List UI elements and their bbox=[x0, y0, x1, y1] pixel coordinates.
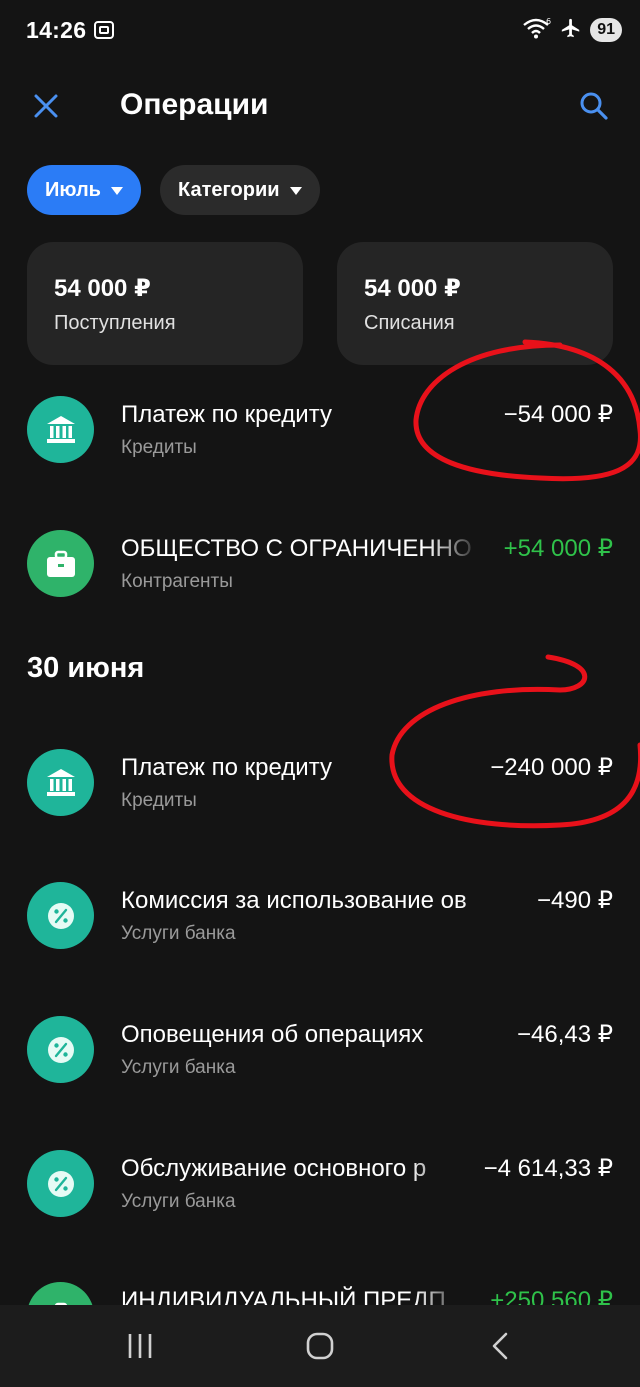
airplane-icon bbox=[560, 17, 582, 44]
expense-amount: 54 000 ₽ bbox=[364, 275, 461, 302]
status-icons: 6 91 bbox=[522, 16, 622, 44]
transaction-row[interactable]: ОБЩЕСТВО С ОГРАНИЧЕННО Контрагенты +54 0… bbox=[0, 524, 640, 634]
transaction-category: Услуги банка bbox=[121, 1191, 236, 1212]
search-button[interactable] bbox=[570, 82, 618, 130]
transaction-title: Комиссия за использование ов bbox=[121, 887, 467, 914]
wifi-icon: 6 bbox=[522, 16, 552, 45]
transaction-amount: +250 560 ₽ bbox=[490, 1287, 613, 1305]
screenshot-icon bbox=[92, 18, 116, 42]
battery-indicator: 91 bbox=[590, 18, 622, 42]
expense-summary-card[interactable]: 54 000 ₽ Списания bbox=[337, 242, 613, 365]
transaction-row[interactable]: Комиссия за использование ов Услуги банк… bbox=[0, 876, 640, 986]
app-header: Операции bbox=[0, 72, 640, 138]
svg-text:6: 6 bbox=[546, 17, 551, 26]
income-label: Поступления bbox=[54, 312, 176, 334]
status-time: 14:26 bbox=[26, 17, 87, 43]
status-bar: 14:26 6 91 bbox=[0, 0, 640, 62]
transaction-row[interactable]: Платеж по кредиту Кредиты −240 000 ₽ bbox=[0, 743, 640, 853]
transaction-title: ИНДИВИДУАЛЬНЫЙ ПРЕДП bbox=[121, 1287, 446, 1305]
briefcase-icon bbox=[27, 530, 94, 597]
date-group-header: 30 июня bbox=[27, 652, 145, 684]
transaction-amount: −240 000 ₽ bbox=[490, 754, 613, 781]
month-filter-chip[interactable]: Июль bbox=[27, 165, 141, 215]
system-navigation-bar bbox=[0, 1305, 640, 1387]
chevron-down-icon bbox=[289, 187, 302, 195]
close-icon bbox=[34, 94, 58, 118]
transaction-amount: −54 000 ₽ bbox=[503, 401, 613, 428]
close-button[interactable] bbox=[22, 82, 70, 130]
transaction-title: Оповещения об операциях bbox=[121, 1021, 424, 1048]
transaction-title: Платеж по кредиту bbox=[121, 401, 332, 428]
transaction-category: Услуги банка bbox=[121, 923, 236, 944]
transaction-title: Обслуживание основного р bbox=[121, 1155, 427, 1182]
transaction-category: Услуги банка bbox=[121, 1057, 236, 1078]
transaction-amount: −490 ₽ bbox=[537, 887, 613, 914]
page-title: Операции bbox=[120, 88, 269, 121]
expense-label: Списания bbox=[364, 312, 455, 334]
transaction-row[interactable]: Оповещения об операциях Услуги банка −46… bbox=[0, 1010, 640, 1120]
categories-filter-label: Категории bbox=[178, 178, 280, 201]
month-filter-label: Июль bbox=[45, 178, 101, 201]
search-icon bbox=[580, 92, 608, 120]
transaction-amount: −4 614,33 ₽ bbox=[483, 1155, 613, 1182]
home-button[interactable] bbox=[290, 1323, 350, 1369]
transaction-row[interactable]: Платеж по кредиту Кредиты −54 000 ₽ bbox=[0, 390, 640, 500]
recents-button[interactable] bbox=[110, 1323, 170, 1369]
percent-icon bbox=[27, 1016, 94, 1083]
bank-icon bbox=[27, 396, 94, 463]
home-icon bbox=[306, 1332, 334, 1360]
transaction-category: Кредиты bbox=[121, 790, 197, 811]
percent-icon bbox=[27, 1150, 94, 1217]
transaction-title: ОБЩЕСТВО С ОГРАНИЧЕННО bbox=[121, 535, 472, 562]
categories-filter-chip[interactable]: Категории bbox=[160, 165, 320, 215]
transaction-row[interactable]: ИНДИВИДУАЛЬНЫЙ ПРЕДП +250 560 ₽ bbox=[0, 1276, 640, 1305]
transaction-row[interactable]: Обслуживание основного р Услуги банка −4… bbox=[0, 1144, 640, 1254]
back-icon bbox=[492, 1332, 508, 1360]
percent-icon bbox=[27, 882, 94, 949]
transaction-amount: +54 000 ₽ bbox=[503, 535, 613, 562]
transaction-title: Платеж по кредиту bbox=[121, 754, 332, 781]
recents-icon bbox=[128, 1334, 152, 1358]
transaction-category: Кредиты bbox=[121, 437, 197, 458]
income-summary-card[interactable]: 54 000 ₽ Поступления bbox=[27, 242, 303, 365]
transaction-amount: −46,43 ₽ bbox=[516, 1021, 613, 1048]
back-button[interactable] bbox=[470, 1323, 530, 1369]
bank-icon bbox=[27, 749, 94, 816]
chevron-down-icon bbox=[110, 187, 123, 195]
briefcase-icon bbox=[27, 1282, 94, 1305]
transaction-category: Контрагенты bbox=[121, 571, 233, 592]
income-amount: 54 000 ₽ bbox=[54, 275, 151, 302]
